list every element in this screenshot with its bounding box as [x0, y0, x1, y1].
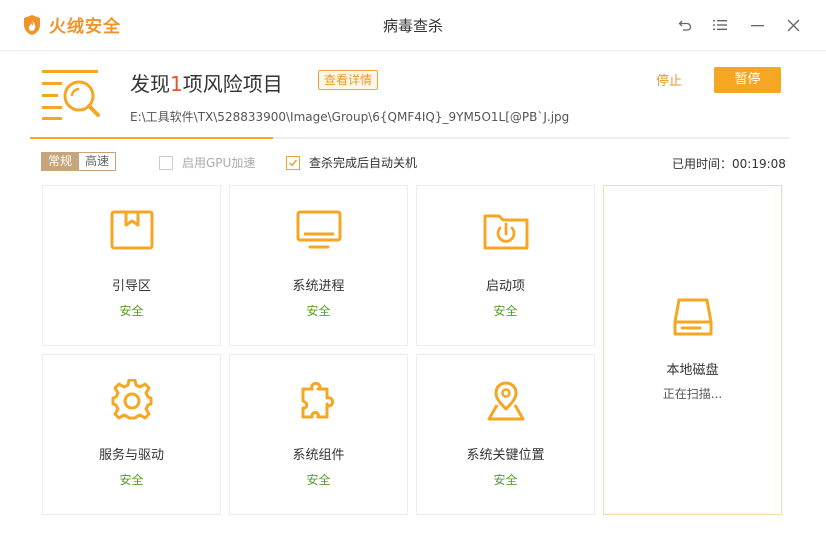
title-bar: 火绒安全 病毒查杀 — [0, 0, 826, 51]
scan-item-system-components[interactable]: 系统组件 安全 — [229, 354, 408, 515]
app-window: 火绒安全 病毒查杀 发现1项风险项目 查看详情 E:\工具软件\TX\52883… — [0, 0, 826, 544]
title-prefix: 发现 — [130, 72, 170, 96]
monitor-icon — [296, 210, 341, 249]
pause-button[interactable]: 暂停 — [714, 67, 781, 93]
puzzle-icon — [301, 381, 334, 419]
scan-item-label: 启动项 — [485, 279, 525, 294]
checkbox-box[interactable] — [286, 155, 300, 170]
scan-item-status: 安全 — [493, 304, 518, 318]
scan-item-status: 安全 — [306, 473, 331, 487]
startup-folder-icon — [483, 214, 528, 250]
close-icon — [787, 19, 799, 31]
scan-item-key-locations[interactable]: 系统关键位置 安全 — [416, 354, 595, 515]
current-scan-path: E:\工具软件\TX\528833900\Image\Group\6{QMF4I… — [130, 110, 570, 124]
minimize-button[interactable] — [746, 14, 768, 36]
checkmark-icon — [288, 159, 298, 167]
stop-button[interactable]: 停止 — [656, 70, 682, 89]
gpu-accel-checkbox[interactable]: 启用GPU加速 — [159, 154, 255, 171]
elapsed-time: 已用时间：00:19:08 — [672, 157, 786, 171]
close-button[interactable] — [782, 14, 804, 36]
checkbox-box[interactable] — [159, 155, 173, 170]
menu-button[interactable] — [709, 14, 731, 36]
scan-item-label: 本地磁盘 — [666, 363, 719, 378]
auto-shutdown-checkbox[interactable]: 查杀完成后自动关机 — [286, 154, 417, 171]
scan-item-startup[interactable]: 启动项 安全 — [416, 185, 595, 346]
scan-item-label: 服务与驱动 — [98, 448, 164, 463]
scan-item-status: 正在扫描... — [662, 387, 723, 401]
scan-item-label: 引导区 — [111, 279, 151, 294]
scan-result-title: 发现1项风险项目 — [130, 68, 283, 97]
undo-arrow-icon — [678, 20, 692, 31]
scan-magnifier-icon — [42, 70, 100, 120]
view-details-button[interactable]: 查看详情 — [318, 70, 379, 90]
scan-item-local-disk[interactable]: 本地磁盘 正在扫描... — [603, 185, 782, 515]
scan-progress-bar — [30, 137, 790, 139]
scan-item-status: 安全 — [306, 304, 331, 318]
scan-item-label: 系统组件 — [292, 448, 345, 463]
scan-mode-toggle: 常规 高速 — [41, 152, 117, 171]
list-menu-icon — [713, 20, 727, 30]
title-suffix: 项风险项目 — [182, 72, 283, 96]
minimize-icon — [750, 24, 764, 26]
scan-item-status: 安全 — [119, 304, 144, 318]
mode-fast-button[interactable]: 高速 — [79, 152, 117, 171]
scan-item-status: 安全 — [119, 473, 144, 487]
boot-sector-icon — [110, 210, 153, 250]
location-pin-icon — [487, 381, 524, 421]
window-title: 病毒查杀 — [382, 17, 443, 35]
mode-normal-button[interactable]: 常规 — [41, 152, 80, 171]
gear-icon — [111, 379, 152, 420]
gpu-accel-label: 启用GPU加速 — [182, 156, 256, 170]
scan-progress-fill — [30, 137, 274, 139]
scan-item-label: 系统关键位置 — [466, 448, 545, 463]
hard-disk-icon — [673, 298, 712, 336]
auto-shutdown-label: 查杀完成后自动关机 — [309, 156, 418, 170]
scan-item-boot-sector[interactable]: 引导区 安全 — [42, 185, 221, 346]
scan-item-label: 系统进程 — [292, 279, 345, 294]
scan-item-status: 安全 — [493, 473, 518, 487]
scan-item-services-drivers[interactable]: 服务与驱动 安全 — [42, 354, 221, 515]
scan-item-system-process[interactable]: 系统进程 安全 — [229, 185, 408, 346]
back-button[interactable] — [674, 14, 696, 36]
risk-count: 1 — [170, 72, 183, 96]
